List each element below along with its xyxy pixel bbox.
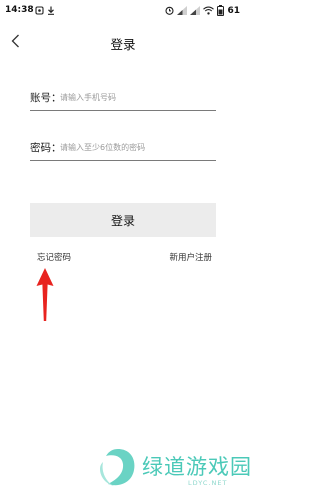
wifi-icon	[203, 6, 215, 15]
forgot-password-link[interactable]: 忘记密码	[37, 251, 71, 263]
nav-bar: 登录	[0, 26, 246, 56]
login-button[interactable]: 登录	[30, 203, 216, 237]
account-input[interactable]	[60, 88, 212, 106]
page-title: 登录	[110, 37, 136, 52]
watermark-subtext: LDYC.NET	[188, 479, 228, 487]
status-right-icons: 61	[165, 5, 240, 16]
watermark: 绿道游戏园 LDYC.NET	[98, 446, 251, 496]
account-label: 账号：	[30, 92, 62, 104]
battery-icon	[217, 5, 225, 16]
account-field: 账号：	[30, 85, 216, 111]
password-field: 密码：	[30, 135, 216, 161]
register-link[interactable]: 新用户注册	[169, 251, 212, 263]
signal-icon	[177, 6, 188, 15]
notification-icon	[35, 5, 44, 15]
status-time: 14:38	[5, 5, 34, 15]
password-input[interactable]	[60, 138, 212, 156]
watermark-logo-icon	[100, 449, 135, 486]
battery-level: 61	[227, 5, 240, 16]
download-icon	[48, 6, 54, 15]
status-bar: 14:38 61	[0, 0, 246, 22]
alarm-icon	[165, 6, 175, 15]
password-label: 密码：	[30, 142, 62, 154]
status-left-icons	[35, 5, 55, 15]
signal-icon	[190, 6, 201, 15]
watermark-text: 绿道游戏园	[142, 455, 252, 479]
red-arrow-annotation	[36, 268, 54, 321]
